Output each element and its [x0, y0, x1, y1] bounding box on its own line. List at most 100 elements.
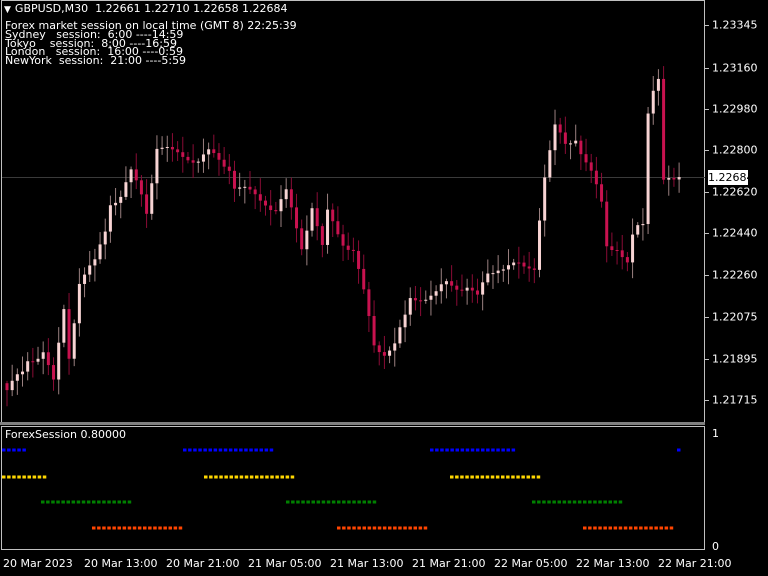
session-dot-london — [46, 500, 50, 504]
time-label: 20 Mar 21:00 — [166, 557, 240, 570]
price-label: 1.22075 — [712, 310, 758, 324]
price-tick — [705, 67, 709, 69]
session-dot-tokyo — [214, 475, 218, 479]
price-tick — [705, 150, 709, 152]
session-dot-tokyo — [275, 475, 279, 479]
session-dot-london — [71, 500, 76, 504]
session-dot-london — [557, 500, 561, 504]
time-label: 22 Mar 21:00 — [658, 557, 732, 570]
session-dot-newyork — [618, 526, 623, 530]
session-dot-newyork — [664, 526, 669, 530]
session-dot-london — [342, 500, 346, 504]
session-dot-london — [56, 500, 60, 504]
session-dot-tokyo — [260, 475, 264, 479]
price-tick — [705, 274, 709, 276]
session-dot-newyork — [669, 526, 674, 530]
session-dot-sydney — [677, 448, 681, 452]
session-dot-newyork — [659, 526, 663, 530]
session-dot-london — [537, 500, 541, 504]
session-dot-sydney — [193, 448, 197, 452]
session-dot-tokyo — [280, 475, 284, 479]
session-dot-newyork — [122, 526, 127, 530]
session-dot-newyork — [102, 526, 106, 530]
session-dot-tokyo — [531, 475, 536, 479]
session-dot-newyork — [393, 526, 397, 530]
price-label: 1.22260 — [712, 268, 758, 282]
session-dot-sydney — [511, 448, 516, 452]
session-dot-newyork — [163, 526, 167, 530]
session-dot-london — [326, 500, 331, 504]
session-dot-tokyo — [485, 475, 490, 479]
session-dot-tokyo — [465, 475, 469, 479]
session-dot-newyork — [639, 526, 643, 530]
session-dot-newyork — [377, 526, 382, 530]
session-dot-sydney — [491, 448, 495, 452]
price-label: 1.22620 — [712, 185, 758, 199]
session-dot-tokyo — [475, 475, 479, 479]
time-label: 21 Mar 05:00 — [248, 557, 322, 570]
session-dot-sydney — [465, 448, 470, 452]
session-dot-newyork — [382, 526, 387, 530]
session-dot-sydney — [455, 448, 459, 452]
session-dot-london — [117, 500, 121, 504]
session-dot-newyork — [372, 526, 377, 530]
session-dot-sydney — [183, 448, 187, 452]
session-dot-tokyo — [521, 475, 525, 479]
session-dot-tokyo — [42, 475, 47, 479]
session-dot-tokyo — [511, 475, 515, 479]
session-dot-newyork — [352, 526, 356, 530]
session-dot-sydney — [218, 448, 223, 452]
session-dot-sydney — [17, 448, 21, 452]
session-dot-sydney — [259, 448, 263, 452]
price-label: 1.22440 — [712, 226, 758, 240]
session-dot-tokyo — [17, 475, 21, 479]
price-tick — [705, 317, 709, 319]
price-tick — [705, 233, 709, 235]
session-dot-newyork — [654, 526, 658, 530]
session-dot-tokyo — [265, 475, 269, 479]
session-dot-sydney — [203, 448, 207, 452]
session-dot-london — [107, 500, 111, 504]
session-dot-newyork — [173, 526, 178, 530]
session-dot-london — [112, 500, 116, 504]
session-dot-newyork — [127, 526, 132, 530]
time-label: 22 Mar 05:00 — [494, 557, 568, 570]
session-dot-tokyo — [536, 475, 541, 479]
session-dot-tokyo — [470, 475, 474, 479]
session-dot-tokyo — [219, 475, 223, 479]
price-tick — [705, 25, 709, 26]
session-dot-sydney — [198, 448, 202, 452]
session-dot-newyork — [337, 526, 341, 530]
session-dot-tokyo — [270, 475, 274, 479]
collapse-triangle-icon[interactable]: ▼ — [4, 5, 11, 15]
session-dot-tokyo — [516, 475, 520, 479]
session-dot-london — [51, 500, 55, 504]
session-dot-sydney — [239, 448, 243, 452]
session-dot-london — [547, 500, 551, 504]
time-label: 21 Mar 13:00 — [330, 557, 404, 570]
session-dot-london — [572, 500, 577, 504]
session-dot-newyork — [628, 526, 633, 530]
session-newyork: NewYork session: 21:00 ----5:59 — [5, 54, 187, 67]
session-dot-london — [552, 500, 556, 504]
price-tick — [705, 108, 709, 110]
session-dot-newyork — [423, 526, 428, 530]
session-dot-london — [337, 500, 341, 504]
session-dot-london — [86, 500, 91, 504]
session-dot-newyork — [644, 526, 648, 530]
session-dot-tokyo — [37, 475, 42, 479]
session-dot-london — [532, 500, 536, 504]
session-dot-tokyo — [234, 475, 239, 479]
session-dot-london — [316, 500, 321, 504]
session-dot-newyork — [158, 526, 162, 530]
session-dot-newyork — [588, 526, 592, 530]
session-dot-tokyo — [480, 475, 485, 479]
session-dot-newyork — [137, 526, 142, 530]
session-dot-london — [588, 500, 592, 504]
session-dot-tokyo — [506, 475, 510, 479]
indicator-scale-bottom: 0 — [712, 540, 719, 553]
price-label: 1.23345 — [712, 18, 758, 32]
session-dot-tokyo — [255, 475, 259, 479]
session-dot-newyork — [97, 526, 101, 530]
session-dot-london — [301, 500, 305, 504]
